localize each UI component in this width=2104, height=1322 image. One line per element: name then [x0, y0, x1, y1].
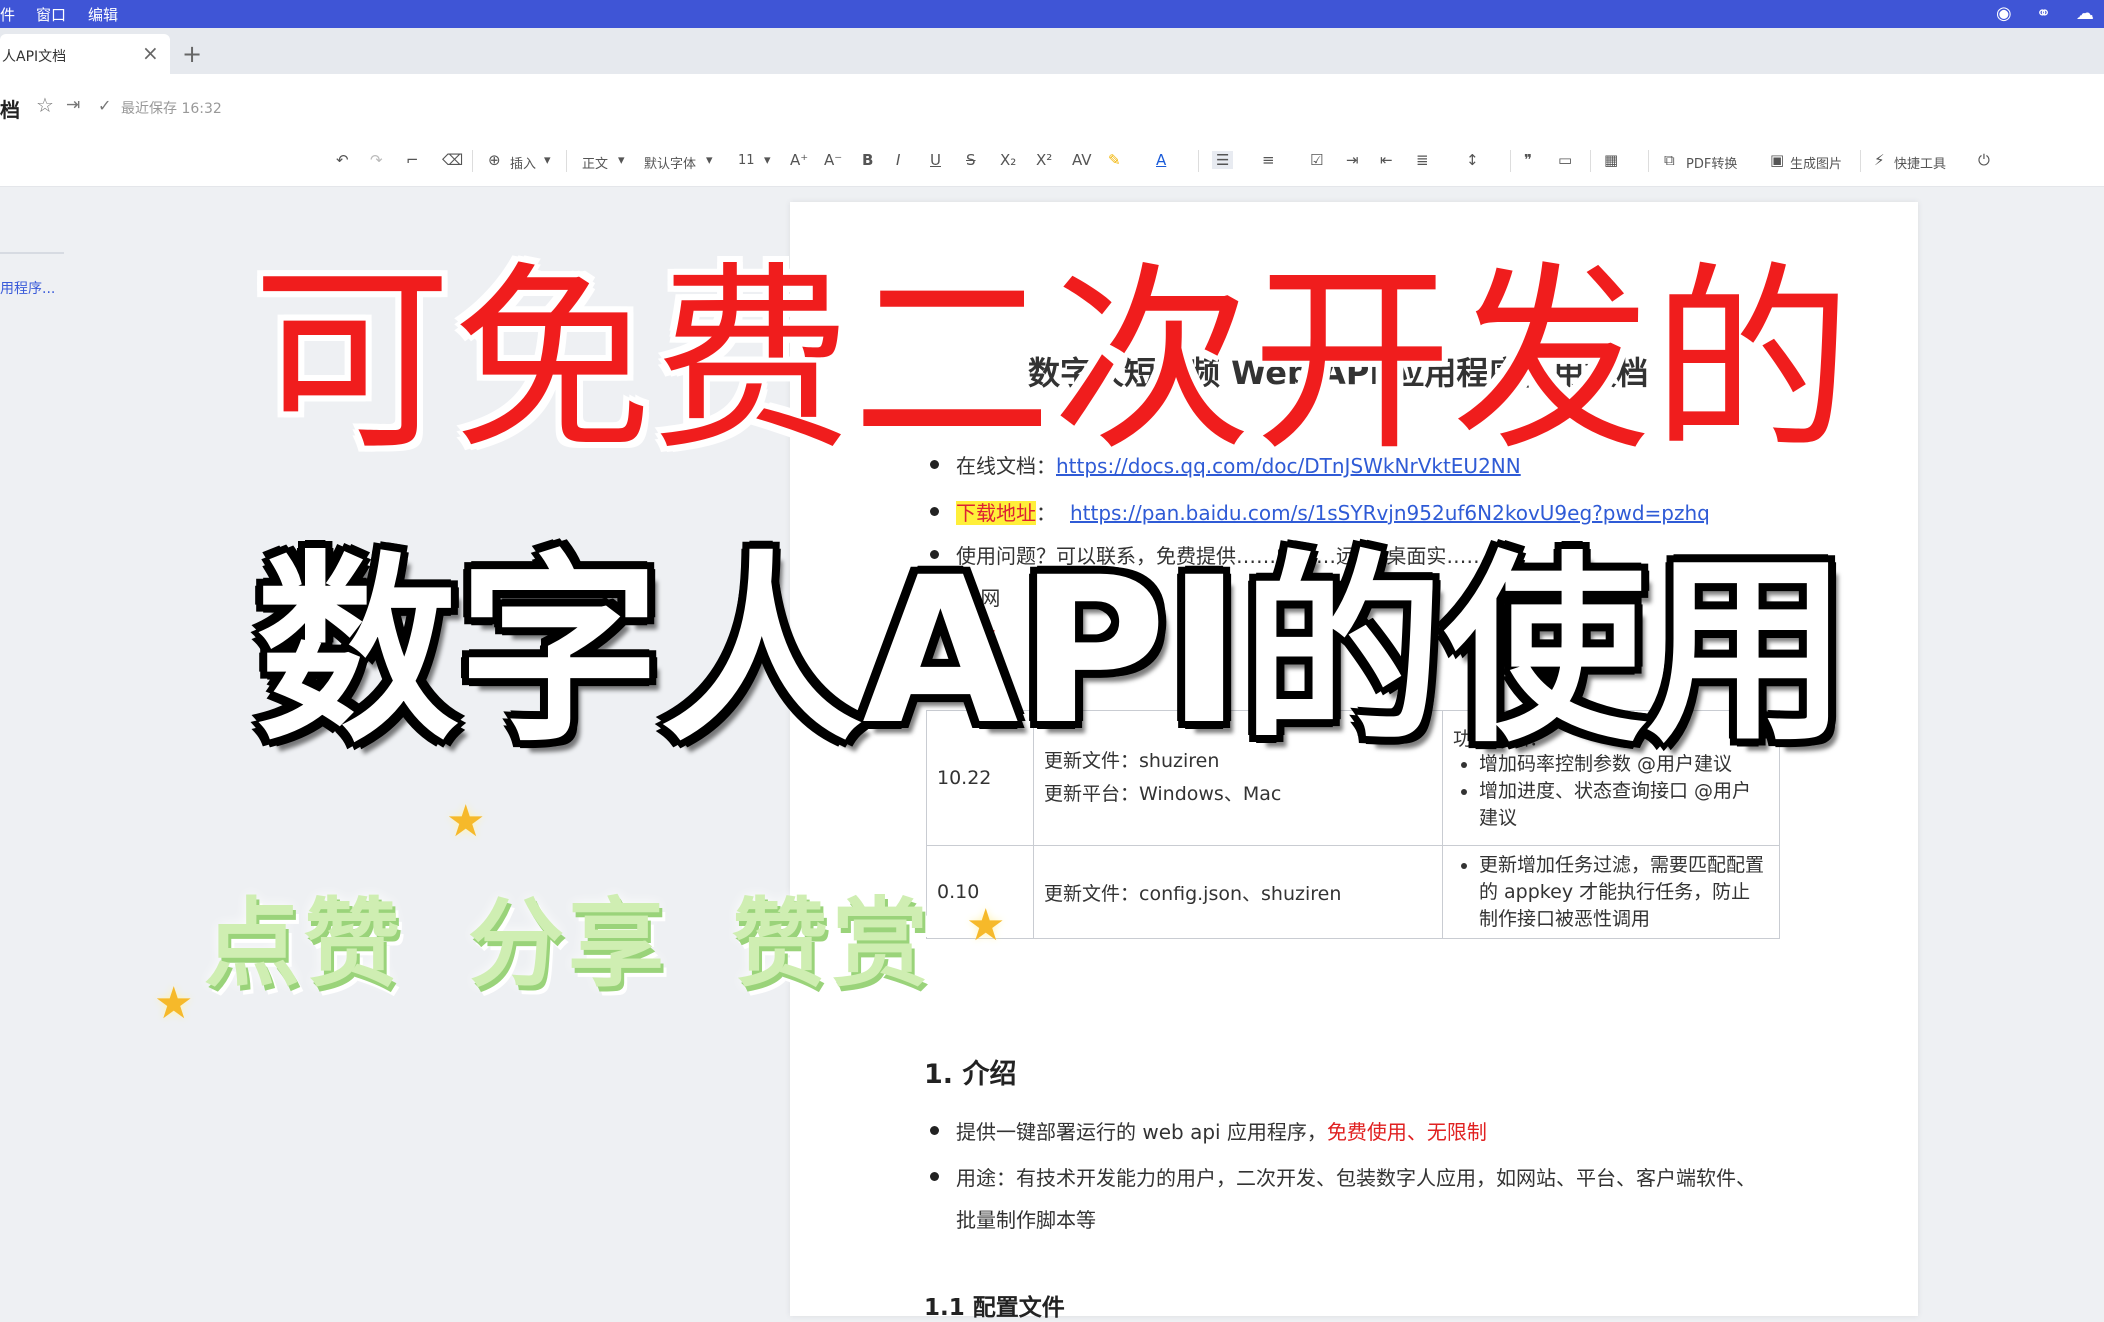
save-status: 最近保存 16:32 [121, 101, 222, 117]
system-menu-bar: 件 窗口 编辑 ◉ ⚭ ☁ [0, 0, 2104, 28]
font-size-select[interactable]: 11 [738, 153, 755, 168]
reward-label: 赞赏 [732, 888, 932, 1000]
increase-font-icon[interactable]: A⁺ [790, 151, 808, 169]
clear-format-icon[interactable]: ⌫ [442, 151, 463, 169]
format-toolbar: ↶ ↷ ⌐ ⌫ ⊕ 插入 ▾ 正文 ▾ 默认字体 ▾ 11 ▾ A⁺ A⁻ B … [0, 136, 2104, 187]
section-heading[interactable]: 1. 介绍 [924, 1052, 1016, 1091]
download-line: 下载地址： https://pan.baidu.com/s/1sSYRvjn952… [956, 497, 1710, 526]
star-icon: ★ [966, 900, 1006, 951]
document-name[interactable]: 档 [0, 94, 20, 123]
generate-image-button[interactable]: 生成图片 [1790, 153, 1842, 172]
divider-icon[interactable]: ▭ [1558, 151, 1572, 169]
tab-document[interactable]: 人API文档 × [0, 34, 170, 74]
underline-button[interactable]: U [930, 151, 941, 169]
notes-cell: 更新增加任务过滤，需要匹配配置的 appkey 才能执行任务，防止制作接口被恶性… [1442, 845, 1780, 939]
share-label: 分享 [468, 888, 668, 1000]
notes-list: 更新增加任务过滤，需要匹配配置的 appkey 才能执行任务，防止制作接口被恶性… [1453, 852, 1769, 933]
chevron-down-icon: ▾ [764, 153, 771, 168]
move-icon[interactable]: ⇥ [66, 95, 80, 115]
chevron-down-icon: ▾ [706, 153, 713, 168]
power-icon[interactable]: ⏻ [1978, 151, 1990, 169]
close-icon[interactable]: × [142, 41, 159, 65]
list-item: 增加进度、状态查询接口 @用户建议 [1479, 778, 1769, 832]
files-cell: 更新文件：config.json、shuziren [1033, 845, 1443, 939]
saved-check-icon: ✓ [98, 96, 112, 115]
bullet-dot [930, 1126, 939, 1135]
menu-edit[interactable]: 编辑 [88, 4, 118, 25]
toolbar-divider [1590, 150, 1591, 172]
insert-button[interactable]: 插入 [510, 153, 536, 172]
menu-file[interactable]: 件 [0, 4, 15, 25]
star-icon[interactable]: ☆ [36, 93, 54, 117]
pdf-icon: ⧉ [1664, 151, 1675, 169]
new-tab-button[interactable]: + [182, 40, 202, 68]
bold-button[interactable]: B [862, 151, 873, 169]
toolbar-divider [566, 150, 567, 172]
wechat-icon[interactable]: ☁ [2076, 3, 2094, 24]
overlay-title-red: 可免费二次开发的 [251, 245, 1852, 478]
quick-tools-icon: ⚡ [1874, 151, 1885, 169]
subsection-heading[interactable]: 1.1 配置文件 [924, 1288, 1065, 1322]
image-icon: ▣ [1770, 151, 1785, 169]
font-family-select[interactable]: 默认字体 [644, 153, 696, 172]
title-bar: 档 ☆ ⇥ ✓ 最近保存 16:32 [0, 74, 2104, 137]
chevron-down-icon: ▾ [618, 153, 625, 168]
strikethrough-button[interactable]: S [966, 151, 976, 169]
star-icon: ★ [446, 796, 486, 847]
bullet-dot [930, 1172, 939, 1181]
quick-tools-button[interactable]: 快捷工具 [1894, 153, 1946, 172]
table-icon[interactable]: ▦ [1604, 151, 1618, 169]
format-painter-icon[interactable]: ⌐ [406, 151, 419, 169]
intro-red-text: 免费使用、无限制 [1326, 1120, 1487, 1144]
download-sep: ： [1036, 501, 1056, 525]
subscript-button[interactable]: X₂ [1000, 151, 1016, 169]
star-icon: ★ [154, 978, 194, 1029]
usage-line-cont: 批量制作脚本等 [956, 1208, 1096, 1232]
tab-strip: 人API文档 × [0, 28, 2104, 74]
outdent-icon[interactable]: ⇤ [1380, 151, 1393, 169]
insert-icon[interactable]: ⊕ [488, 151, 501, 169]
like-label: 点赞 [204, 888, 404, 1000]
letter-spacing-icon[interactable]: AV [1072, 151, 1092, 169]
numbered-list-icon[interactable]: ≡ [1262, 151, 1275, 169]
files-line: 更新文件：config.json、shuziren [1044, 882, 1342, 905]
table-row: 0.10 更新文件：config.json、shuziren 更新增加任务过滤，… [926, 845, 1780, 939]
decrease-font-icon[interactable]: A⁻ [824, 151, 842, 169]
intro-text: 提供一键部署运行的 web api 应用程序， [956, 1120, 1327, 1144]
intro-line: 提供一键部署运行的 web api 应用程序，免费使用、无限制 [956, 1116, 1487, 1145]
superscript-button[interactable]: X² [1036, 151, 1052, 169]
chevron-down-icon: ▾ [544, 153, 551, 168]
font-color-icon[interactable]: A [1156, 151, 1166, 169]
pdf-convert-button[interactable]: PDF转换 [1686, 153, 1737, 172]
download-label: 下载地址 [956, 501, 1036, 525]
redo-icon[interactable]: ↷ [370, 151, 383, 169]
bullet-list-icon[interactable]: ☰ [1212, 151, 1234, 169]
line-spacing-icon[interactable]: ↕ [1466, 151, 1479, 169]
paragraph-style-select[interactable]: 正文 [582, 153, 608, 172]
italic-button[interactable]: I [896, 151, 900, 169]
checklist-icon[interactable]: ☑ [1310, 151, 1323, 169]
bullet-dot [930, 507, 939, 516]
usage-line: 用途：有技术开发能力的用户，二次开发、包装数字人应用，如网站、平台、客户端软件、 [956, 1166, 1756, 1190]
indent-icon[interactable]: ⇥ [1346, 151, 1359, 169]
record-icon[interactable]: ◉ [1996, 3, 2012, 24]
toolbar-divider [472, 150, 473, 172]
toolbar-divider [1510, 150, 1511, 172]
menu-window[interactable]: 窗口 [36, 4, 66, 25]
align-icon[interactable]: ≣ [1416, 151, 1429, 169]
toolbar-divider [1860, 150, 1861, 172]
toolbar-divider [1198, 150, 1199, 172]
list-item: 更新增加任务过滤，需要匹配配置的 appkey 才能执行任务，防止制作接口被恶性… [1479, 852, 1769, 933]
overlay-title-white: 数字人API的使用 [256, 533, 1848, 769]
download-link[interactable]: https://pan.baidu.com/s/1sSYRvjn952uf6N2… [1070, 501, 1710, 525]
tab-label: 人API文档 [2, 49, 67, 65]
quote-icon[interactable]: ❞ [1524, 151, 1532, 169]
undo-icon[interactable]: ↶ [336, 151, 349, 169]
highlight-icon[interactable]: ✎ [1108, 151, 1121, 169]
network-icon[interactable]: ⚭ [2036, 3, 2051, 24]
files-line: 更新平台：Windows、Mac [1044, 783, 1282, 805]
toolbar-divider [1648, 150, 1649, 172]
